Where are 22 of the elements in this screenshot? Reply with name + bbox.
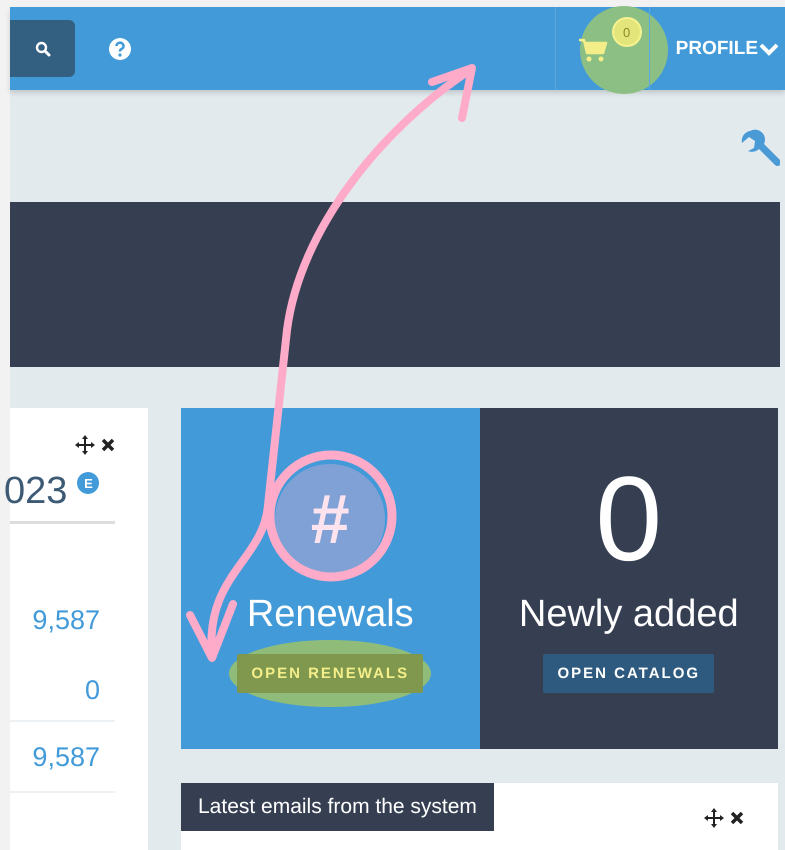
search-icon bbox=[34, 40, 50, 56]
cart-button[interactable]: 0 bbox=[556, 7, 650, 90]
help-icon[interactable] bbox=[108, 36, 132, 60]
close-icon[interactable] bbox=[729, 810, 745, 826]
count-number: 0 bbox=[595, 458, 662, 578]
close-icon[interactable] bbox=[100, 437, 116, 453]
tile-title: Newly added bbox=[518, 593, 739, 636]
chevron-down-icon[interactable] bbox=[758, 42, 780, 56]
info-badge[interactable]: E bbox=[77, 472, 100, 494]
card-title: 023 bbox=[4, 470, 68, 513]
stat-value[interactable]: 9,587 bbox=[32, 743, 100, 771]
open-button[interactable]: OPEN RENEWALS bbox=[237, 654, 424, 693]
stat-value[interactable]: 0 bbox=[84, 676, 100, 704]
profile-menu[interactable]: PROFILE bbox=[676, 38, 758, 60]
open-button[interactable]: OPEN CATALOG bbox=[543, 654, 714, 693]
tile-title: Renewals bbox=[246, 593, 414, 636]
search-button[interactable] bbox=[10, 20, 75, 77]
move-icon[interactable] bbox=[703, 807, 725, 829]
move-icon[interactable] bbox=[74, 434, 96, 456]
panel-title: Latest emails from the system bbox=[181, 783, 494, 831]
stat-value[interactable]: 9,587 bbox=[32, 606, 100, 634]
cart-icon bbox=[578, 37, 608, 63]
